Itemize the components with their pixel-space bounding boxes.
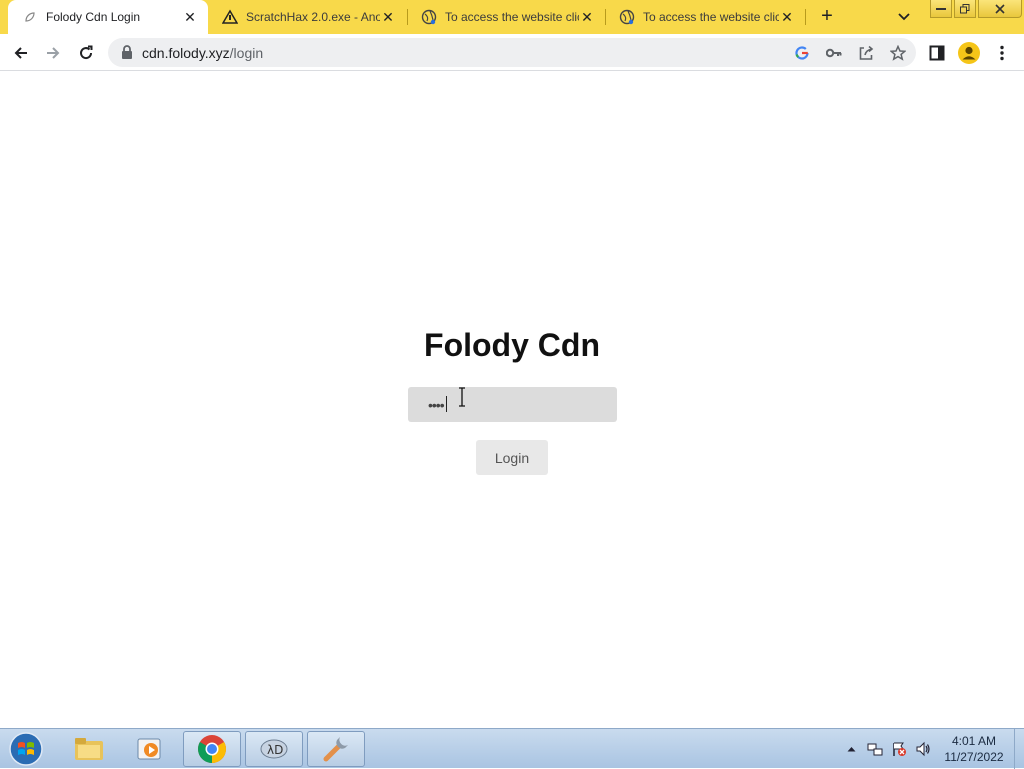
leaf-icon [22,9,38,25]
tab-folody-login[interactable]: Folody Cdn Login ✕ [8,0,208,34]
network-tool-icon: λD [260,739,288,759]
show-hidden-icons-icon[interactable] [842,740,860,758]
taskbar-network-tool[interactable]: λD [245,731,303,767]
forward-arrow-icon [47,47,60,59]
avatar-icon [958,42,980,64]
lock-icon[interactable] [120,45,134,60]
back-button[interactable] [8,40,34,66]
window-controls [928,0,1022,18]
text-caret [446,396,447,412]
url-host: cdn.folody.xyz [142,45,230,61]
tab-separator [805,9,806,25]
clock-time: 4:01 AM [951,734,997,748]
tools-icon [323,737,348,762]
taskbar: λD 4:01 AM 11/27/2022 [0,728,1024,769]
google-lens-icon[interactable] [792,43,812,63]
page-title: Folody Cdn [424,327,600,363]
profile-button[interactable] [956,40,982,66]
start-button[interactable] [6,731,46,767]
tab-title: ScratchHax 2.0.exe - Ano [246,10,380,24]
chrome-icon [198,735,226,763]
tab-access-website-2[interactable]: To access the website clic ✕ [605,0,805,34]
tab-close-icon[interactable]: ✕ [779,9,795,25]
new-tab-button[interactable]: + [815,5,839,29]
url-path: /login [229,45,264,61]
network-icon[interactable] [866,740,884,758]
login-button[interactable]: Login [476,440,548,475]
forward-button[interactable] [40,40,66,66]
file-explorer-icon [75,738,103,760]
globe-icon [421,9,437,25]
tab-close-icon[interactable]: ✕ [579,9,595,25]
windows-start-icon [9,732,43,766]
system-tray [842,737,932,761]
page-content: Folody Cdn Login [0,71,1024,728]
close-window-button[interactable] [978,0,1022,18]
tab-access-website-1[interactable]: To access the website clic ✕ [407,0,605,34]
tab-scratchhax[interactable]: ScratchHax 2.0.exe - Ano ✕ [208,0,406,34]
url-text: cdn.folody.xyz/login [142,45,263,61]
text-cursor-icon [459,387,465,407]
password-field[interactable] [408,387,617,422]
svg-text:λD: λD [267,743,283,757]
tab-close-icon[interactable]: ✕ [182,9,198,25]
reload-icon [80,45,93,60]
system-clock[interactable]: 4:01 AM 11/27/2022 [936,733,1012,765]
menu-button[interactable] [989,40,1015,66]
kebab-menu-icon [1000,45,1004,61]
reload-button[interactable] [73,40,99,66]
tab-title: To access the website clic [445,10,579,24]
side-panel-icon [929,45,945,61]
tab-close-icon[interactable]: ✕ [380,9,396,25]
action-center-flag-icon[interactable] [890,740,908,758]
tab-title: To access the website clic [643,10,779,24]
volume-icon[interactable] [914,740,932,758]
tab-strip: Folody Cdn Login ✕ ScratchHax 2.0.exe - … [0,0,1024,34]
warning-icon [222,9,238,25]
taskbar-media-player[interactable] [121,731,179,767]
taskbar-file-explorer[interactable] [60,731,118,767]
share-icon[interactable] [856,43,876,63]
restore-button[interactable] [954,0,976,18]
tab-title: Folody Cdn Login [46,10,141,24]
browser-toolbar: cdn.folody.xyz/login [0,34,1024,71]
clock-date: 11/27/2022 [944,750,1004,764]
back-arrow-icon [14,47,27,59]
address-bar[interactable]: cdn.folody.xyz/login [108,38,916,67]
minimize-button[interactable] [930,0,952,18]
bookmark-star-icon[interactable] [888,43,908,63]
media-player-icon [137,738,161,760]
side-panel-button[interactable] [924,40,950,66]
taskbar-tools[interactable] [307,731,365,767]
key-icon[interactable] [824,43,844,63]
globe-icon [619,9,635,25]
chevron-down-icon[interactable] [894,7,914,27]
show-desktop-button[interactable] [1014,729,1024,769]
taskbar-chrome[interactable] [183,731,241,767]
